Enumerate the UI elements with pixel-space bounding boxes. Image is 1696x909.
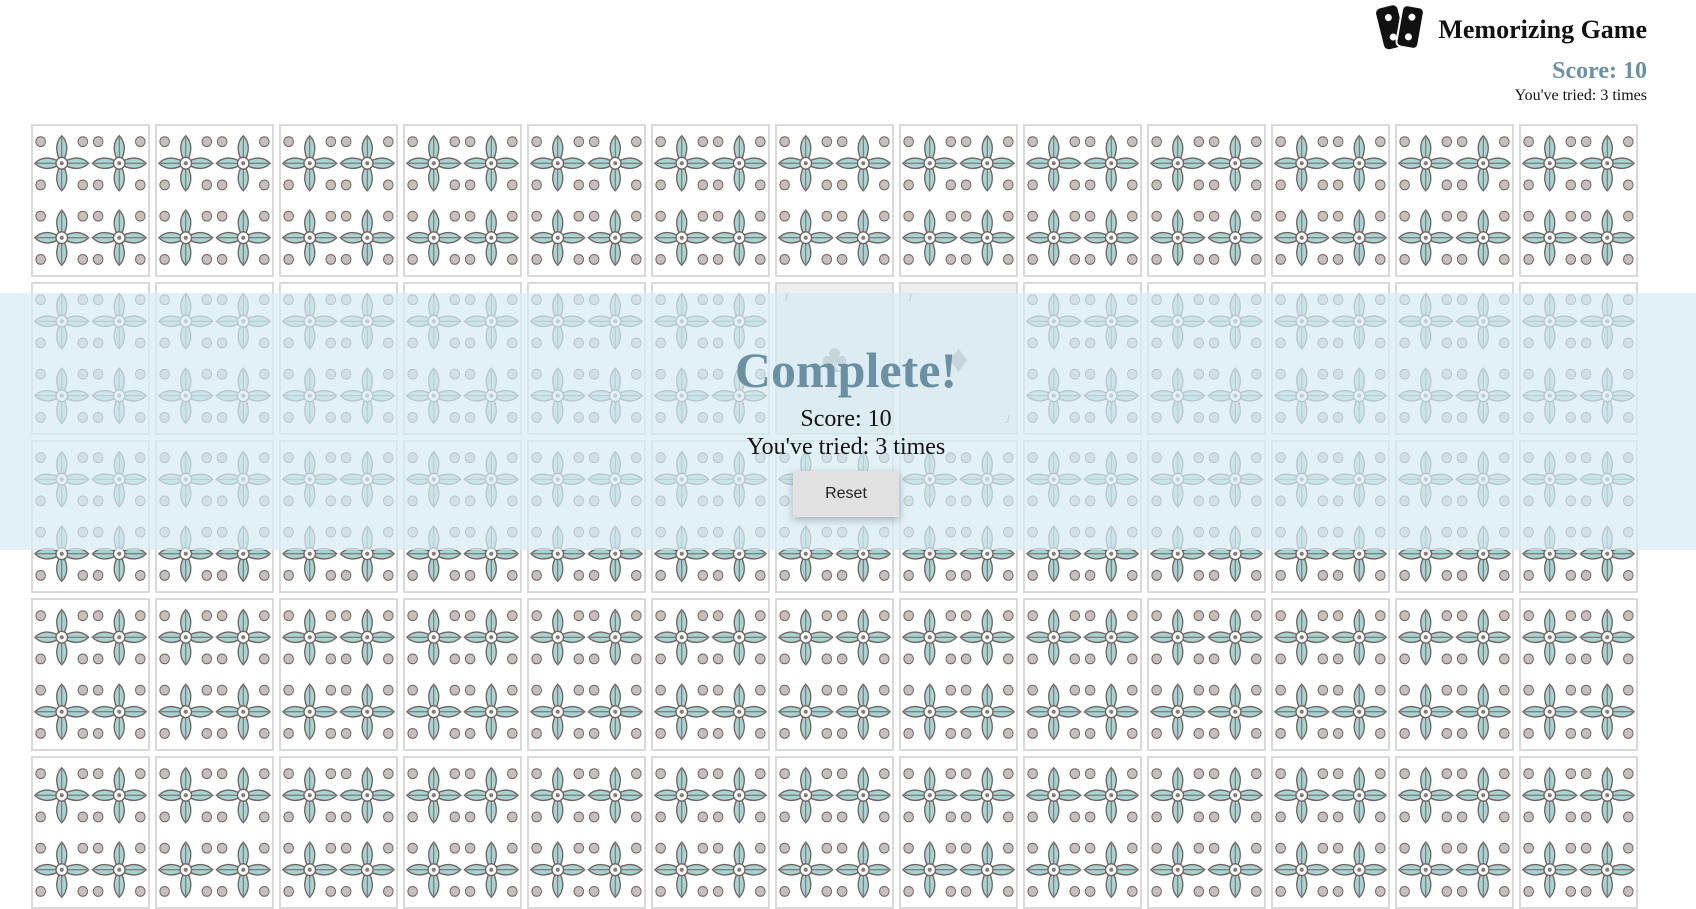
card-back-pattern-icon bbox=[529, 600, 644, 749]
card-back-pattern-icon bbox=[901, 758, 1016, 907]
card-back-pattern-icon bbox=[653, 126, 768, 275]
card-back[interactable] bbox=[403, 124, 522, 277]
card-back-pattern-icon bbox=[1149, 758, 1264, 907]
card-back-pattern-icon bbox=[653, 758, 768, 907]
card-back-pattern-icon bbox=[1273, 600, 1388, 749]
card-back[interactable] bbox=[1271, 124, 1390, 277]
card-back-pattern-icon bbox=[901, 126, 1016, 275]
card-back[interactable] bbox=[1023, 124, 1142, 277]
card-back[interactable] bbox=[527, 756, 646, 909]
card-back[interactable] bbox=[899, 598, 1018, 751]
card-back-pattern-icon bbox=[157, 758, 272, 907]
card-back-pattern-icon bbox=[281, 758, 396, 907]
card-back[interactable] bbox=[1023, 598, 1142, 751]
card-back-pattern-icon bbox=[1397, 126, 1512, 275]
card-back-pattern-icon bbox=[281, 600, 396, 749]
card-back[interactable] bbox=[1147, 756, 1266, 909]
app-title: Memorizing Game bbox=[1438, 15, 1647, 44]
card-back[interactable] bbox=[1395, 756, 1514, 909]
card-back[interactable] bbox=[155, 756, 274, 909]
card-back-pattern-icon bbox=[1521, 600, 1636, 749]
card-back[interactable] bbox=[1395, 124, 1514, 277]
card-back-pattern-icon bbox=[1273, 126, 1388, 275]
complete-title: Complete! bbox=[734, 342, 958, 398]
card-back[interactable] bbox=[31, 756, 150, 909]
card-back-pattern-icon bbox=[1521, 126, 1636, 275]
card-back-pattern-icon bbox=[157, 126, 272, 275]
card-back-pattern-icon bbox=[157, 600, 272, 749]
complete-dialog: Complete! Score: 10 You've tried: 3 time… bbox=[646, 341, 1046, 517]
card-back[interactable] bbox=[775, 124, 894, 277]
card-back-pattern-icon bbox=[777, 600, 892, 749]
card-back-pattern-icon bbox=[529, 126, 644, 275]
card-back-pattern-icon bbox=[1273, 758, 1388, 907]
card-back[interactable] bbox=[651, 124, 770, 277]
card-back[interactable] bbox=[1519, 598, 1638, 751]
card-back-pattern-icon bbox=[1149, 600, 1264, 749]
card-back[interactable] bbox=[279, 756, 398, 909]
playing-cards-icon bbox=[1376, 2, 1426, 59]
title-row: Memorizing Game bbox=[1376, 2, 1647, 59]
card-back[interactable] bbox=[279, 598, 398, 751]
card-back[interactable] bbox=[403, 756, 522, 909]
card-back[interactable] bbox=[155, 124, 274, 277]
card-back[interactable] bbox=[775, 598, 894, 751]
card-back-pattern-icon bbox=[1025, 600, 1140, 749]
card-back-pattern-icon bbox=[33, 126, 148, 275]
final-tries: You've tried: 3 times bbox=[746, 434, 946, 460]
card-back-pattern-icon bbox=[1521, 758, 1636, 907]
card-back[interactable] bbox=[527, 124, 646, 277]
card-back[interactable] bbox=[31, 124, 150, 277]
card-back-pattern-icon bbox=[33, 758, 148, 907]
card-back-pattern-icon bbox=[1149, 126, 1264, 275]
card-back[interactable] bbox=[527, 598, 646, 751]
card-back[interactable] bbox=[1147, 124, 1266, 277]
card-back[interactable] bbox=[155, 598, 274, 751]
card-back-pattern-icon bbox=[405, 126, 520, 275]
card-back[interactable] bbox=[899, 756, 1018, 909]
card-back-pattern-icon bbox=[529, 758, 644, 907]
card-back-pattern-icon bbox=[653, 600, 768, 749]
card-back[interactable] bbox=[651, 598, 770, 751]
card-back-pattern-icon bbox=[1397, 600, 1512, 749]
card-back-pattern-icon bbox=[1397, 758, 1512, 907]
card-back-pattern-icon bbox=[281, 126, 396, 275]
card-back[interactable] bbox=[775, 756, 894, 909]
score-display: Score: 10 bbox=[1552, 58, 1647, 84]
tries-counter: You've tried: 3 times bbox=[1514, 87, 1647, 104]
card-back[interactable] bbox=[403, 598, 522, 751]
card-back[interactable] bbox=[899, 124, 1018, 277]
final-score: Score: 10 bbox=[800, 406, 892, 432]
card-back[interactable] bbox=[1519, 756, 1638, 909]
card-back-pattern-icon bbox=[1025, 758, 1140, 907]
card-back[interactable] bbox=[1519, 124, 1638, 277]
card-back-pattern-icon bbox=[405, 758, 520, 907]
card-back-pattern-icon bbox=[901, 600, 1016, 749]
reset-button[interactable]: Reset bbox=[793, 471, 899, 517]
card-back[interactable] bbox=[1395, 598, 1514, 751]
card-back-pattern-icon bbox=[1025, 126, 1140, 275]
card-back[interactable] bbox=[1271, 756, 1390, 909]
card-back-pattern-icon bbox=[777, 126, 892, 275]
header: Memorizing Game Score: 10 You've tried: … bbox=[1227, 0, 1647, 110]
card-back[interactable] bbox=[651, 756, 770, 909]
card-back[interactable] bbox=[1023, 756, 1142, 909]
card-back-pattern-icon bbox=[405, 600, 520, 749]
card-back[interactable] bbox=[1147, 598, 1266, 751]
card-back[interactable] bbox=[279, 124, 398, 277]
card-back[interactable] bbox=[1271, 598, 1390, 751]
card-back-pattern-icon bbox=[777, 758, 892, 907]
card-back-pattern-icon bbox=[33, 600, 148, 749]
card-back[interactable] bbox=[31, 598, 150, 751]
